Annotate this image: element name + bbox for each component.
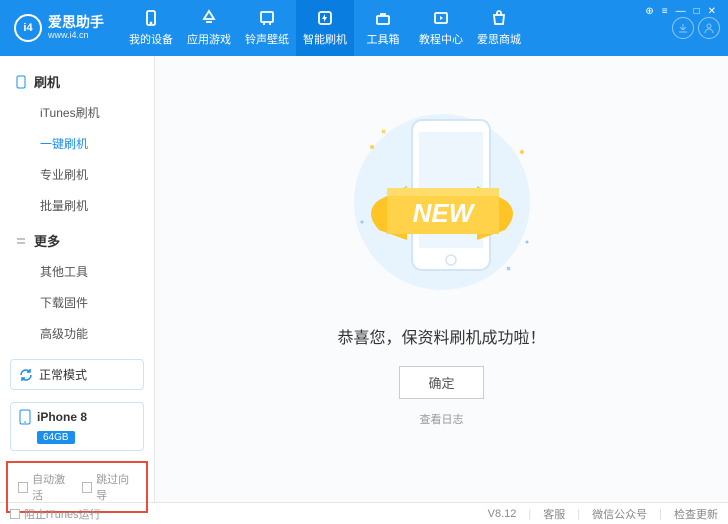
- sidebar-item[interactable]: 下载固件: [40, 287, 140, 318]
- skip-guide-checkbox[interactable]: 跳过向导: [82, 471, 136, 503]
- flash-icon: [316, 9, 334, 27]
- app-logo: i4 爱思助手 www.i4.cn: [14, 14, 104, 42]
- app-name: 爱思助手: [48, 15, 104, 30]
- sidebar-item[interactable]: 批量刷机: [40, 190, 140, 221]
- app-header: i4 爱思助手 www.i4.cn 我的设备应用游戏铃声壁纸智能刷机工具箱教程中…: [0, 0, 728, 56]
- shop-icon: [490, 9, 508, 27]
- main-content: NEW 恭喜您，保资料刷机成功啦！ 确定 查看日志: [155, 56, 728, 502]
- tutorial-icon: [432, 9, 450, 27]
- maximize-icon[interactable]: □: [694, 6, 700, 17]
- sidebar-item[interactable]: 其他工具: [40, 256, 140, 287]
- block-itunes-checkbox[interactable]: 阻止iTunes运行: [10, 506, 101, 522]
- nav-item-wallpaper[interactable]: 铃声壁纸: [238, 0, 296, 56]
- nav-item-apps[interactable]: 应用游戏: [180, 0, 238, 56]
- device-capacity: 64GB: [37, 431, 75, 444]
- nav-item-flash[interactable]: 智能刷机: [296, 0, 354, 56]
- mode-box[interactable]: 正常模式: [10, 359, 144, 390]
- pin-icon[interactable]: ⊕: [645, 6, 653, 17]
- apps-icon: [200, 9, 218, 27]
- wallpaper-icon: [258, 9, 276, 27]
- side-section-title: 更多: [14, 225, 140, 256]
- sidebar-item[interactable]: 专业刷机: [40, 159, 140, 190]
- device-box[interactable]: iPhone 8 64GB: [10, 402, 144, 451]
- window-controls: ⊕ ≡ — □ ✕: [645, 6, 720, 17]
- toolbox-icon: [374, 9, 392, 27]
- nav-item-shop[interactable]: 爱思商城: [470, 0, 528, 56]
- sidebar-item[interactable]: iTunes刷机: [40, 97, 140, 128]
- ok-button[interactable]: 确定: [399, 366, 483, 399]
- sync-icon: [19, 368, 33, 382]
- phone-icon: [142, 9, 160, 27]
- nav-item-phone[interactable]: 我的设备: [122, 0, 180, 56]
- user-button[interactable]: [698, 17, 720, 39]
- sidebar-item[interactable]: 高级功能: [40, 318, 140, 349]
- nav-item-tutorial[interactable]: 教程中心: [412, 0, 470, 56]
- close-icon[interactable]: ✕: [708, 6, 716, 17]
- phone-icon: [19, 409, 31, 425]
- download-button[interactable]: [672, 17, 694, 39]
- side-section-title: 刷机: [14, 66, 140, 97]
- top-nav: 我的设备应用游戏铃声壁纸智能刷机工具箱教程中心爱思商城: [122, 0, 672, 56]
- auto-activate-checkbox[interactable]: 自动激活: [18, 471, 72, 503]
- success-illustration: NEW: [327, 92, 557, 312]
- minimize-icon[interactable]: —: [676, 6, 686, 17]
- menu-icon[interactable]: ≡: [662, 6, 668, 17]
- sidebar-item[interactable]: 一键刷机: [40, 128, 140, 159]
- svg-text:NEW: NEW: [412, 198, 475, 228]
- footer-link-support[interactable]: 客服: [543, 506, 565, 522]
- footer-link-wechat[interactable]: 微信公众号: [592, 506, 647, 522]
- success-message: 恭喜您，保资料刷机成功啦！: [337, 324, 545, 348]
- footer-link-update[interactable]: 检查更新: [674, 506, 718, 522]
- view-log-link[interactable]: 查看日志: [420, 411, 464, 427]
- nav-item-toolbox[interactable]: 工具箱: [354, 0, 412, 56]
- sidebar: 刷机iTunes刷机一键刷机专业刷机批量刷机更多其他工具下载固件高级功能 正常模…: [0, 56, 155, 502]
- logo-badge: i4: [14, 14, 42, 42]
- device-name: iPhone 8: [37, 410, 87, 424]
- app-url: www.i4.cn: [48, 31, 104, 41]
- mode-label: 正常模式: [39, 366, 87, 383]
- version-label: V8.12: [488, 508, 517, 520]
